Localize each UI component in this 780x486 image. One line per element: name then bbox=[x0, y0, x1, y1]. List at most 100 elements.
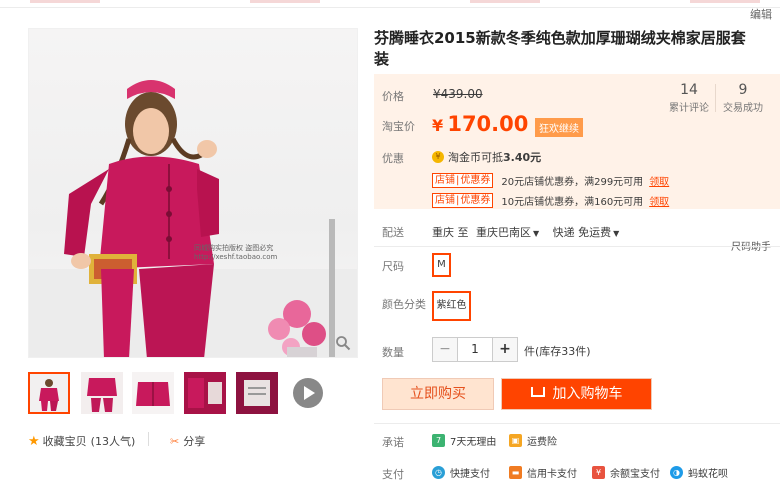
cart-icon bbox=[530, 387, 545, 397]
watermark-text: 同城购实拍版权 盗图必究 http://xeshf.taobao.com bbox=[194, 244, 277, 262]
coupon-row-1: 店铺|优惠券 20元店铺优惠券，满299元可用 领取 bbox=[432, 173, 669, 188]
delivery-info: 重庆 至 重庆巴南区 ▼ 快递 免运费 ▼ bbox=[432, 224, 619, 240]
delivery-label: 配送 bbox=[382, 226, 404, 239]
payment-yuebao-label: 余额宝支付 bbox=[610, 469, 660, 480]
coupon-tag-2: 店铺|优惠券 bbox=[432, 193, 494, 208]
coupon-tag-a: 店铺 bbox=[435, 195, 455, 206]
review-count-stat[interactable]: 14 累计评论 bbox=[666, 82, 712, 114]
payment-label: 支付 bbox=[382, 468, 404, 481]
favorite-button[interactable]: ★ 收藏宝贝 (13人气) bbox=[28, 433, 135, 449]
delivery-to: 重庆巴南区 bbox=[476, 226, 531, 239]
chevron-down-icon: ▼ bbox=[533, 229, 540, 238]
add-to-cart-button[interactable]: 加入购物车 bbox=[501, 378, 652, 410]
main-product-image[interactable]: 同城购实拍版权 盗图必究 http://xeshf.taobao.com bbox=[28, 28, 358, 358]
credit-card-icon: ▬ bbox=[509, 466, 522, 479]
coin-value: 3.40元 bbox=[503, 151, 542, 164]
delivery-method: 快递 免运费 bbox=[552, 226, 612, 239]
product-photo bbox=[29, 80, 357, 357]
zoom-icon[interactable] bbox=[335, 335, 351, 351]
yuebao-icon: ¥ bbox=[592, 466, 605, 479]
edit-link[interactable]: 编辑 bbox=[750, 6, 772, 22]
review-label: 累计评论 bbox=[669, 103, 709, 114]
promise-label: 承诺 bbox=[382, 436, 404, 449]
video-play-icon[interactable] bbox=[293, 378, 323, 408]
stock-info: 件(库存33件) bbox=[524, 345, 591, 358]
divider bbox=[374, 246, 780, 247]
shipping-insurance-icon: ▣ bbox=[509, 434, 522, 447]
payment-huabei[interactable]: ◑ 蚂蚁花呗 bbox=[670, 465, 728, 480]
delivery-to-dropdown[interactable]: 重庆巴南区 ▼ bbox=[476, 226, 539, 239]
size-label: 尺码 bbox=[382, 260, 404, 273]
size-option-m[interactable]: M bbox=[432, 253, 451, 277]
promo-tag: 狂欢继续 bbox=[535, 118, 583, 137]
stat-divider bbox=[715, 84, 716, 112]
quantity-increase-button[interactable]: + bbox=[493, 338, 517, 361]
color-option[interactable]: 紫红色 bbox=[432, 291, 471, 321]
payment-huabei-label: 蚂蚁花呗 bbox=[688, 469, 728, 480]
claim-coupon-1-link[interactable]: 领取 bbox=[649, 173, 669, 188]
thumbnail-5[interactable] bbox=[236, 372, 278, 414]
promise-shipping-insurance[interactable]: ▣ 运费险 bbox=[509, 433, 557, 448]
thumbnail-1[interactable] bbox=[28, 372, 70, 414]
sales-count-stat[interactable]: 9 交易成功 bbox=[720, 82, 766, 114]
sales-label: 交易成功 bbox=[723, 103, 763, 114]
payment-quick[interactable]: ◷ 快捷支付 bbox=[432, 465, 490, 480]
quantity-input[interactable]: 1 bbox=[457, 338, 493, 361]
thumbnail-5-image bbox=[236, 372, 278, 414]
thumbnail-4[interactable] bbox=[184, 372, 226, 414]
current-price: ¥ 170.00 bbox=[432, 112, 528, 136]
currency-symbol: ¥ bbox=[432, 116, 444, 135]
divider bbox=[374, 423, 780, 424]
promise-shipping-insurance-label: 运费险 bbox=[527, 437, 557, 448]
star-icon: ★ bbox=[28, 433, 40, 449]
thumbnail-3-image bbox=[132, 372, 174, 414]
color-label: 颜色分类 bbox=[382, 298, 426, 311]
watermark-line2: http://xeshf.taobao.com bbox=[194, 253, 278, 261]
discount-label: 优惠 bbox=[382, 152, 404, 165]
delivery-from: 重庆 至 bbox=[432, 226, 469, 239]
watermark-line1: 同城购实拍版权 盗图必究 bbox=[194, 244, 274, 252]
favorite-label: 收藏宝贝 bbox=[42, 435, 87, 448]
price-panel: 价格 ¥439.00 14 累计评论 9 交易成功 淘宝价 ¥ 170.00 狂… bbox=[374, 74, 780, 209]
top-border bbox=[0, 0, 780, 8]
coupon-tag-b: 优惠券 bbox=[460, 175, 491, 186]
coupon-text-1: 20元店铺优惠券，满299元可用 bbox=[501, 177, 644, 188]
share-icon: ✂ bbox=[170, 434, 180, 448]
promise-7day[interactable]: 7 7天无理由 bbox=[432, 433, 496, 448]
thumbnail-2[interactable] bbox=[81, 372, 123, 414]
coupon-tag-1: 店铺|优惠券 bbox=[432, 173, 494, 188]
payment-credit-card[interactable]: ▬ 信用卡支付 bbox=[509, 465, 577, 480]
divider bbox=[148, 432, 149, 446]
claim-coupon-2-link[interactable]: 领取 bbox=[649, 193, 669, 208]
payment-yuebao[interactable]: ¥ 余额宝支付 bbox=[592, 465, 660, 480]
add-to-cart-label: 加入购物车 bbox=[552, 386, 623, 402]
thumbnail-3[interactable] bbox=[132, 372, 174, 414]
current-price-label: 淘宝价 bbox=[382, 120, 415, 133]
share-label: 分享 bbox=[183, 435, 206, 448]
product-title-line1: 芬腾睡衣2015新款冬季纯色款加厚珊瑚绒夹棉家居服套装 bbox=[374, 29, 746, 68]
buy-now-button[interactable]: 立即购买 bbox=[382, 378, 494, 410]
review-count: 14 bbox=[680, 82, 698, 98]
share-button[interactable]: ✂ 分享 bbox=[170, 433, 205, 449]
thumbnail-1-image bbox=[30, 374, 68, 412]
quantity-stepper: − 1 + bbox=[432, 337, 518, 362]
thumbnail-2-image bbox=[81, 372, 123, 414]
payment-credit-card-label: 信用卡支付 bbox=[527, 469, 577, 480]
original-price-label: 价格 bbox=[382, 90, 404, 103]
delivery-method-dropdown[interactable]: 快递 免运费 ▼ bbox=[553, 226, 620, 239]
promise-7day-label: 7天无理由 bbox=[450, 437, 497, 448]
coupon-row-2: 店铺|优惠券 10元店铺优惠券，满160元可用 领取 bbox=[432, 193, 669, 208]
quick-pay-icon: ◷ bbox=[432, 466, 445, 479]
coupon-text-2: 10元店铺优惠券，满160元可用 bbox=[501, 197, 644, 208]
quantity-decrease-button[interactable]: − bbox=[433, 338, 457, 361]
favorite-count: (13人气) bbox=[90, 435, 136, 448]
coupon-tag-b: 优惠券 bbox=[460, 195, 491, 206]
payment-quick-label: 快捷支付 bbox=[450, 469, 490, 480]
taobao-coin-row: ¥ 淘金币可抵 3.40元 bbox=[432, 149, 541, 165]
thumbnail-4-image bbox=[184, 372, 226, 414]
huabei-icon: ◑ bbox=[670, 466, 683, 479]
seven-day-icon: 7 bbox=[432, 434, 445, 447]
coin-text: 淘金币可抵 bbox=[448, 151, 503, 164]
current-price-value: 170.00 bbox=[447, 112, 529, 136]
original-price: ¥439.00 bbox=[433, 87, 483, 101]
